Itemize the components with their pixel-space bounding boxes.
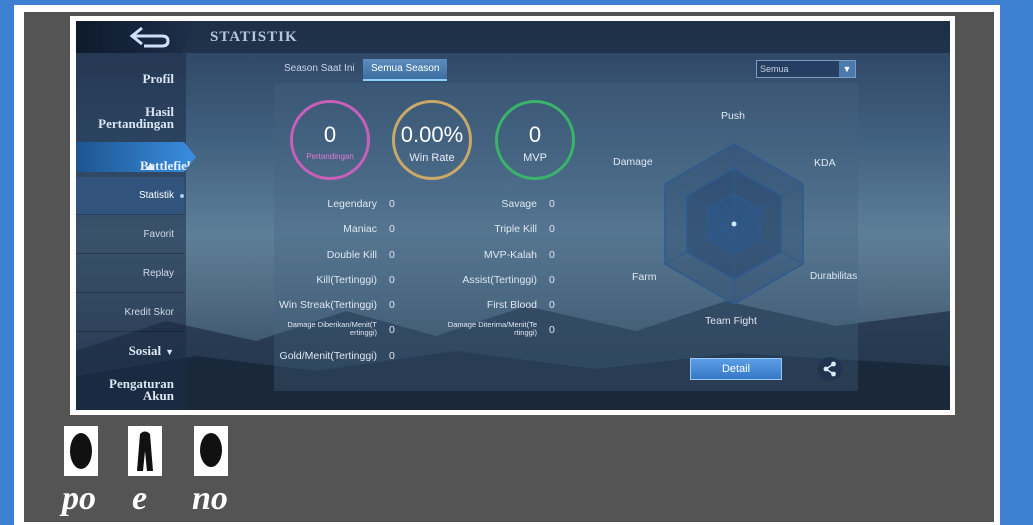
radar-label-push: Push [721,110,745,122]
stat-label: Damage Diberikan/Menit(T ertinggi) [287,321,377,337]
stat-label: Gold/Menit(Tertinggi) [279,350,377,362]
sidebar-item-battlefield[interactable]: Battlefield ▲ [76,142,196,172]
sidebar-label-line2: Pertandingan [98,116,174,131]
sidebar-subitem-label: Statistik [138,190,174,201]
back-button[interactable] [76,21,196,53]
radar-label-durabilitas: Durabilitas [810,271,858,282]
chevron-up-icon: ▲ [144,158,157,173]
share-button[interactable] [818,357,842,381]
detail-button[interactable]: Detail [690,358,782,380]
stat-label: Maniac [343,223,377,235]
sidebar-item-hasil-pertandingan[interactable]: Hasil Pertandingan [98,105,174,131]
stat-label: Savage [501,198,537,210]
stat-value: 0 [389,249,395,261]
win-rate-label: Win Rate [409,152,455,164]
stat-value: 0 [549,198,555,210]
stat-label: Assist(Tertinggi) [462,274,537,286]
mvp-circle: 0 MVP [495,100,575,180]
stat-value: 0 [549,299,555,311]
win-rate-circle: 0.00% Win Rate [392,100,472,180]
season-filter-dropdown[interactable]: Semua ▼ [756,60,856,78]
pertandingan-value: 0 [323,122,337,147]
top-bar [76,21,950,53]
sidebar-item-profil[interactable]: Profil [142,72,174,85]
stat-value: 0 [389,299,395,311]
sidebar-subitem-replay[interactable]: Replay [76,255,184,293]
sidebar-subitem-kredit-skor[interactable]: Kredit Skor [76,294,184,332]
share-icon [823,361,836,377]
logo-a [128,426,162,476]
stat-label: Kill(Tertinggi) [316,274,377,286]
stat-value: 0 [389,324,395,336]
tab-season-saat-ini[interactable]: Season Saat Ini [276,59,363,79]
sidebar-label-line2: Akun [142,388,174,403]
sidebar-item-pengaturan-akun[interactable]: Pengaturan Akun [109,377,174,403]
stat-label-line2: rtinggi) [514,328,537,337]
stat-label-line2: ertinggi) [349,328,377,337]
stat-value: 0 [389,350,395,362]
sidebar-item-label: Sosial [128,343,162,358]
mvp-value: 0 [528,122,542,147]
stat-value: 0 [389,223,395,235]
stat-label: MVP-Kalah [483,249,537,261]
mvp-label: MVP [523,152,547,164]
radar-label-farm: Farm [632,271,657,283]
stat-value: 0 [549,274,555,286]
back-arrow-icon [129,26,170,48]
win-rate-value: 0.00% [400,122,464,147]
sidebar-item-sosial[interactable]: Sosial ▼ [128,343,174,358]
stat-value: 0 [549,223,555,235]
stat-label: Triple Kill [494,223,537,235]
pertandingan-circle: 0 Pertandingan [290,100,370,180]
game-screen: STATISTIK Profil Hasil Pertandingan Batt… [76,21,950,410]
radar-label-damage: Damage [613,156,653,168]
radar-chart [664,143,804,305]
stat-value: 0 [549,324,555,336]
radar-label-team-fight: Team Fight [705,315,757,327]
dropdown-value: Semua [760,64,789,74]
pertandingan-label: Pertandingan [306,152,354,161]
stat-value: 0 [549,249,555,261]
sidebar: Profil Hasil Pertandingan Battlefield ▲ S… [76,53,196,410]
sidebar-subitem-statistik[interactable]: Statistik [76,177,184,215]
bottom-text: no [192,480,228,517]
stat-value: 0 [389,198,395,210]
radar-label-kda: KDA [814,157,836,169]
stat-value: 0 [389,274,395,286]
tab-semua-season[interactable]: Semua Season [363,59,448,81]
logo-o-right [194,426,228,476]
bottom-text: e [132,480,148,517]
page-title: STATISTIK [210,29,298,45]
bottom-logos: po e no [60,426,260,516]
stat-label: First Blood [486,299,537,311]
chevron-down-icon: ▼ [839,61,855,77]
stat-label: Double Kill [326,249,377,261]
active-dot [180,194,184,198]
stat-label: Legendary [327,198,377,210]
stat-label: Win Streak(Tertinggi) [278,299,377,311]
stat-label: Damage Diterima/Menit(Te rtinggi) [448,321,537,337]
chevron-down-icon: ▼ [165,347,174,357]
sidebar-subitem-favorit[interactable]: Favorit [76,216,184,254]
bottom-text: po [62,480,96,517]
logo-o-left [64,426,98,476]
